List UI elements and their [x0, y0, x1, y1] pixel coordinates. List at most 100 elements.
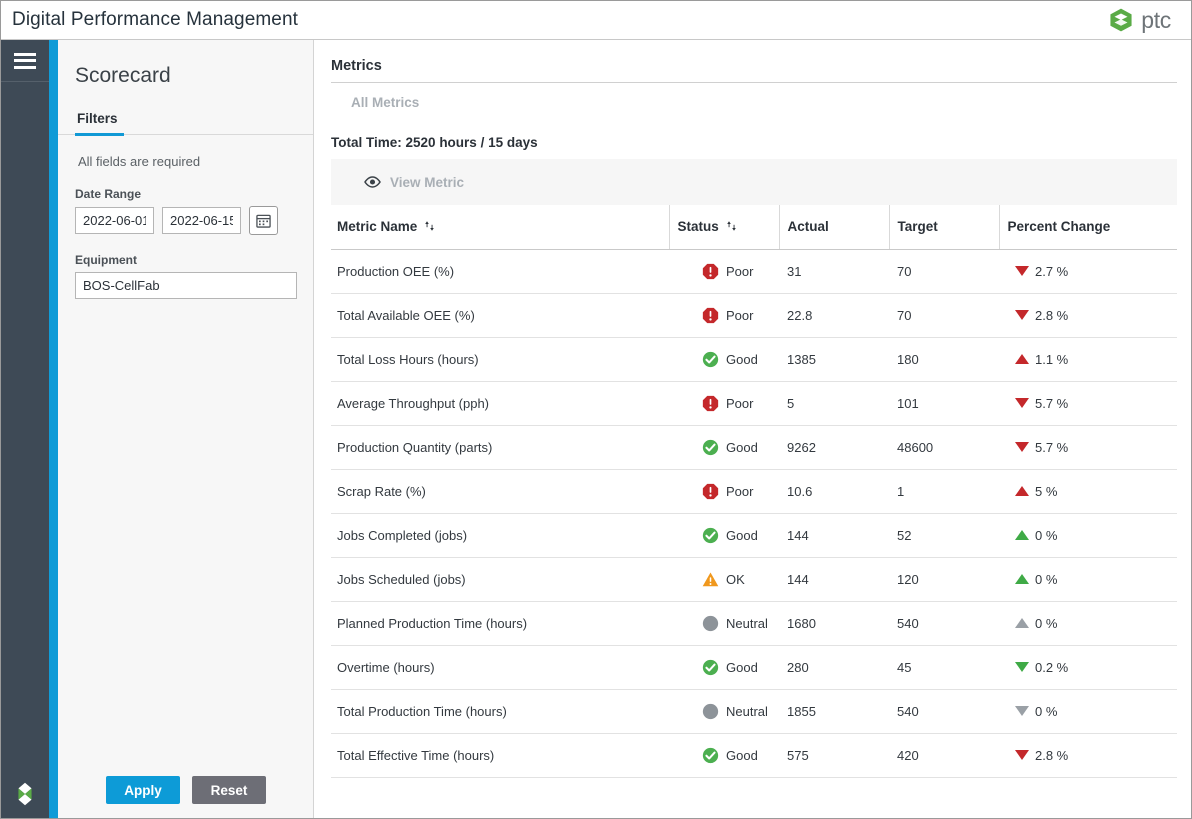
- cell-metric-name: Average Throughput (pph): [331, 381, 669, 426]
- table-row[interactable]: Scrap Rate (%) Poor 10.6 1 5 %: [331, 469, 1177, 514]
- cell-status: OK: [669, 557, 779, 602]
- trend-down-icon: [1015, 398, 1029, 408]
- cell-percent-change: 1.1 %: [999, 337, 1177, 382]
- percent-change-value: 2.8 %: [1035, 307, 1069, 323]
- metrics-toolbar: View Metric: [331, 159, 1177, 205]
- percent-change-indicator: 1.1 %: [1007, 352, 1177, 367]
- cell-metric-name: Jobs Scheduled (jobs): [331, 557, 669, 602]
- hamburger-menu-button[interactable]: [1, 40, 49, 82]
- table-row[interactable]: Planned Production Time (hours) Neutral 16…: [331, 601, 1177, 646]
- status-badge: Good: [677, 527, 779, 544]
- table-row[interactable]: Total Production Time (hours) Neutral 1855…: [331, 689, 1177, 734]
- table-row[interactable]: Jobs Completed (jobs) Good 144 52 0 %: [331, 513, 1177, 558]
- all-metrics-breadcrumb[interactable]: All Metrics: [331, 83, 1177, 110]
- metrics-content: Metrics All Metrics Total Time: 2520 hou…: [315, 40, 1191, 818]
- column-header-status-label: Status: [677, 219, 719, 235]
- error-octagon-icon: [702, 395, 719, 411]
- status-label: Neutral: [726, 615, 768, 631]
- table-row[interactable]: Production OEE (%) Poor 31 70 2.7 %: [331, 249, 1177, 294]
- cell-actual: 5: [779, 381, 889, 426]
- brand-name: ptc: [1141, 6, 1171, 33]
- column-header-metric-name-label: Metric Name: [337, 219, 418, 235]
- percent-change-value: 0 %: [1035, 615, 1058, 631]
- table-row[interactable]: Production Quantity (parts) Good 9262 48600…: [331, 425, 1177, 470]
- percent-change-value: 1.1 %: [1035, 351, 1069, 367]
- cell-status: Neutral: [669, 601, 779, 646]
- percent-change-indicator: 2.8 %: [1007, 308, 1177, 323]
- cell-percent-change: 0 %: [999, 689, 1177, 734]
- status-badge: Good: [677, 747, 779, 764]
- cell-percent-change: 5.7 %: [999, 381, 1177, 426]
- cell-percent-change: 2.8 %: [999, 733, 1177, 778]
- date-range-label: Date Range: [75, 187, 142, 201]
- status-label: Good: [726, 351, 758, 367]
- icon-rail: [1, 40, 49, 818]
- check-circle-icon: [702, 351, 719, 367]
- metrics-table: Metric Name Status Actual Target Percent…: [331, 205, 1177, 778]
- cell-target: 180: [889, 337, 999, 382]
- cell-metric-name: Jobs Completed (jobs): [331, 513, 669, 558]
- percent-change-indicator: 0 %: [1007, 616, 1177, 631]
- brand-logo: ptc: [1108, 6, 1191, 33]
- cell-target: 45: [889, 645, 999, 690]
- percent-change-value: 0 %: [1035, 527, 1058, 543]
- app-header: Digital Performance Management ptc: [1, 1, 1191, 40]
- trend-up-icon: [1015, 618, 1029, 628]
- table-row[interactable]: Total Effective Time (hours) Good 575 420 2.…: [331, 733, 1177, 778]
- column-header-status[interactable]: Status: [668, 205, 779, 250]
- table-row[interactable]: Overtime (hours) Good 280 45 0.2 %: [331, 645, 1177, 690]
- thingworx-diamond-logo-icon: [18, 782, 32, 806]
- accent-strip: [49, 40, 58, 818]
- cell-percent-change: 0 %: [999, 601, 1177, 646]
- percent-change-indicator: 0 %: [1007, 528, 1177, 543]
- cell-actual: 22.8: [779, 293, 889, 338]
- date-from-input[interactable]: [75, 207, 154, 234]
- cell-metric-name: Total Production Time (hours): [331, 689, 669, 734]
- table-row[interactable]: Average Throughput (pph) Poor 5 101 5.7 %: [331, 381, 1177, 426]
- tab-filters[interactable]: Filters: [75, 111, 124, 136]
- table-row[interactable]: Jobs Scheduled (jobs) OK 144 120 0 %: [331, 557, 1177, 602]
- view-metric-button[interactable]: View Metric: [364, 175, 464, 190]
- trend-down-icon: [1015, 310, 1029, 320]
- table-row[interactable]: Total Available OEE (%) Poor 22.8 70 2.8 %: [331, 293, 1177, 338]
- cell-metric-name: Total Effective Time (hours): [331, 733, 669, 778]
- percent-change-value: 5.7 %: [1035, 439, 1069, 455]
- trend-down-icon: [1015, 750, 1029, 760]
- table-row[interactable]: Total Loss Hours (hours) Good 1385 180 1.1 %: [331, 337, 1177, 382]
- cell-target: 1: [889, 469, 999, 514]
- ptc-hexagon-logo-icon: [1110, 8, 1132, 32]
- filters-tabbar: Filters: [58, 110, 313, 136]
- thingworx-logo-button[interactable]: [1, 768, 49, 818]
- date-to-input[interactable]: [162, 207, 241, 234]
- eye-icon: [364, 176, 381, 188]
- cell-actual: 280: [779, 645, 889, 690]
- cell-actual: 1680: [779, 601, 889, 646]
- trend-down-icon: [1015, 706, 1029, 716]
- check-circle-icon: [702, 527, 719, 543]
- total-time-summary: Total Time: 2520 hours / 15 days: [331, 110, 1177, 150]
- status-label: Poor: [726, 483, 754, 499]
- neutral-circle-icon: [702, 703, 719, 719]
- calendar-picker-button[interactable]: [249, 206, 278, 235]
- filters-panel: Scorecard Filters All fields are require…: [58, 40, 314, 818]
- status-badge: Poor: [677, 307, 779, 324]
- trend-down-icon: [1015, 442, 1029, 452]
- filter-action-buttons: Apply Reset: [58, 776, 313, 804]
- status-label: Good: [726, 659, 758, 675]
- percent-change-indicator: 0 %: [1007, 704, 1177, 719]
- cell-target: 120: [889, 557, 999, 602]
- reset-button[interactable]: Reset: [192, 776, 266, 804]
- percent-change-indicator: 0.2 %: [1007, 660, 1177, 675]
- status-label: Good: [726, 527, 758, 543]
- cell-status: Neutral: [669, 689, 779, 734]
- equipment-input[interactable]: [75, 272, 297, 299]
- apply-button[interactable]: Apply: [106, 776, 180, 804]
- cell-percent-change: 0.2 %: [999, 645, 1177, 690]
- cell-target: 70: [889, 249, 999, 294]
- check-circle-icon: [702, 659, 719, 675]
- status-label: Neutral: [726, 703, 768, 719]
- column-header-metric-name[interactable]: Metric Name: [331, 205, 669, 250]
- trend-down-icon: [1015, 662, 1029, 672]
- status-label: Poor: [726, 307, 754, 323]
- cell-actual: 1385: [779, 337, 889, 382]
